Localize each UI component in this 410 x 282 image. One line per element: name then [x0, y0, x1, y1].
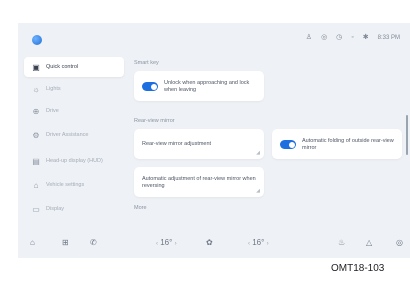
- status-bar: ♙ ◎ ◷ ◦ ✱ 8:33 PM: [18, 23, 410, 53]
- mirror-adjustment-card[interactable]: Rear-view mirror adjustment ◢: [134, 129, 264, 159]
- clock-icon: ◷: [336, 34, 343, 41]
- sidebar-item-quick-control[interactable]: ▣ Quick control: [24, 57, 124, 77]
- signal-icon: ◦: [351, 34, 354, 41]
- assist-icon: ⚙: [32, 130, 40, 140]
- left-temp-value: 16: [160, 238, 170, 247]
- seat-heat-icon[interactable]: ♨: [338, 238, 345, 247]
- sidebar-item-label: Quick control: [46, 63, 79, 70]
- corner-arrow-icon: ◢: [256, 188, 260, 194]
- clock-time: 8:33 PM: [377, 35, 400, 41]
- corner-arrow-icon: ◢: [256, 150, 260, 156]
- climate-fan-icon[interactable]: ✿: [206, 238, 213, 247]
- chevron-right-icon[interactable]: ›: [267, 241, 269, 247]
- sidebar-item-display[interactable]: ▭ Display: [24, 199, 124, 219]
- status-icons: ♙ ◎ ◷ ◦ ✱ 8:33 PM: [306, 33, 400, 43]
- apps-icon[interactable]: ⊞: [62, 238, 69, 247]
- light-icon: ☼: [32, 84, 40, 94]
- sidebar-item-driver-assistance[interactable]: ⚙ Driver Assistance: [24, 123, 124, 147]
- hud-icon: ▤: [32, 156, 40, 166]
- sidebar-item-label: Head-up display (HUD): [46, 157, 103, 164]
- car-icon: ▣: [32, 62, 40, 72]
- auto-fold-toggle[interactable]: [280, 140, 296, 149]
- sidebar-item-lights[interactable]: ☼ Lights: [24, 79, 124, 99]
- sidebar-item-hud[interactable]: ▤ Head-up display (HUD): [24, 149, 124, 173]
- unlock-label: Unlock when approaching and lock when le…: [164, 80, 250, 93]
- seat-icon[interactable]: ♙: [306, 33, 312, 43]
- vehicle-icon: ⌂: [33, 180, 39, 190]
- left-temp-control[interactable]: ‹ 16° ›: [156, 238, 177, 247]
- mirror-adjustment-label: Rear-view mirror adjustment: [142, 141, 212, 147]
- bluetooth-icon: ✱: [362, 34, 369, 41]
- sidebar-item-vehicle-settings[interactable]: ⌂ Vehicle settings: [24, 175, 124, 195]
- chevron-right-icon[interactable]: ›: [175, 241, 177, 247]
- display-icon: ▭: [32, 204, 40, 214]
- home-icon[interactable]: ⌂: [30, 238, 35, 247]
- section-title-rear-view-mirror: Rear-view mirror: [134, 118, 175, 124]
- settings-content: Smart key Unlock when approaching and lo…: [132, 57, 410, 237]
- sidebar-item-label: Driver Assistance: [46, 131, 89, 138]
- sidebar-item-drive[interactable]: ⊕ Drive: [24, 101, 124, 121]
- section-title-more: More: [134, 205, 147, 211]
- auto-adjust-label: Automatic adjustment of rear-view mirror…: [142, 176, 256, 189]
- phone-icon[interactable]: ✆: [90, 238, 97, 247]
- logo-icon: [32, 35, 42, 45]
- scrollbar[interactable]: [406, 115, 408, 155]
- unlock-toggle[interactable]: [142, 82, 158, 91]
- sidebar-item-label: Drive: [46, 107, 59, 114]
- right-temp-degree: °: [261, 238, 265, 247]
- bottom-bar: ⌂ ⊞ ✆ ‹ 16° › ✿ ‹ 16° › ♨ △ ◎: [18, 232, 410, 258]
- auto-adjust-card[interactable]: Automatic adjustment of rear-view mirror…: [134, 167, 264, 197]
- warning-icon[interactable]: △: [366, 238, 372, 247]
- auto-fold-label: Automatic folding of outside rear-view m…: [302, 138, 394, 151]
- sidebar-item-label: Display: [46, 205, 65, 212]
- figure-caption: OMT18-103: [331, 263, 385, 274]
- right-temp-control[interactable]: ‹ 16° ›: [248, 238, 269, 247]
- steering-icon: ⊕: [32, 106, 40, 116]
- sidebar-item-label: Vehicle settings: [46, 181, 85, 188]
- infotainment-screen: ♙ ◎ ◷ ◦ ✱ 8:33 PM ▣ Quick control ☼ Ligh…: [18, 23, 410, 258]
- chevron-left-icon[interactable]: ‹: [248, 241, 250, 247]
- settings-icon[interactable]: ◎: [396, 238, 403, 247]
- unlock-card[interactable]: Unlock when approaching and lock when le…: [134, 71, 264, 101]
- right-temp-value: 16: [252, 238, 262, 247]
- chevron-left-icon[interactable]: ‹: [156, 241, 158, 247]
- sidebar-item-label: Lights: [46, 85, 61, 92]
- left-temp-degree: °: [169, 238, 173, 247]
- section-title-smart-key: Smart key: [134, 60, 159, 66]
- camera-icon[interactable]: ◎: [321, 33, 327, 43]
- auto-fold-card[interactable]: Automatic folding of outside rear-view m…: [272, 129, 402, 159]
